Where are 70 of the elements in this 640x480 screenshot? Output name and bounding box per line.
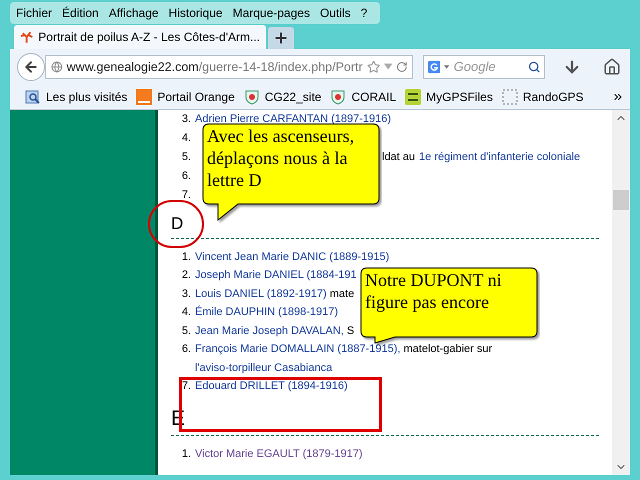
list-number: 7. <box>180 188 191 203</box>
menu-item[interactable]: Outils <box>320 4 351 22</box>
globe-icon <box>51 60 63 74</box>
menu-item[interactable]: Édition <box>62 4 99 22</box>
new-tab-button[interactable] <box>268 27 294 49</box>
scrollbar[interactable] <box>612 110 630 475</box>
menu-item[interactable]: Marque-pages <box>232 4 310 22</box>
ship-link[interactable]: l'aviso-torpilleur Casabianca <box>195 362 332 374</box>
search-input[interactable]: Google <box>454 57 524 77</box>
menu-item[interactable]: Fichier <box>16 4 52 22</box>
reload-icon[interactable] <box>396 60 408 74</box>
scroll-thumb[interactable] <box>613 190 629 210</box>
search-field[interactable]: Google <box>423 55 545 79</box>
google-g-icon <box>428 60 440 74</box>
list-number: 2. <box>180 268 191 283</box>
bookmark-item[interactable]: Les plus visités <box>46 88 128 106</box>
url-text: www.genealogie22.com/guerre-14-18/index.php/Portr <box>66 58 363 76</box>
list-number: 3. <box>180 286 191 302</box>
soldier-link[interactable]: Edouard DRILLET (1894-1916) <box>195 380 348 392</box>
menu-item[interactable]: Affichage <box>108 4 159 22</box>
soldier-link[interactable]: Jean Marie Joseph DAVALAN, <box>195 324 344 336</box>
list-number: 6. <box>180 168 191 184</box>
download-icon[interactable] <box>563 58 581 76</box>
more-bookmarks-icon[interactable] <box>612 91 624 103</box>
list-number: 4. <box>180 130 191 146</box>
blank-page-icon <box>502 89 518 105</box>
back-button[interactable] <box>17 53 45 81</box>
soldier-link[interactable]: Louis DANIEL (1892-1917) <box>195 288 327 300</box>
bookmark-item[interactable]: MyGPSFiles <box>426 88 493 106</box>
list-number: 6. <box>180 342 191 357</box>
bookmarks-folder-icon <box>25 89 41 105</box>
regiment-link[interactable]: 1e régiment d'infanterie coloniale <box>419 148 580 166</box>
entry-text: matelot-gabier sur <box>402 343 492 355</box>
list-number: 5. <box>180 324 191 338</box>
bookmark-item[interactable]: CG22_site <box>264 88 322 106</box>
entry-text: mate <box>328 288 354 300</box>
menu-item[interactable]: ? <box>360 4 368 22</box>
soldier-link[interactable]: Joseph Marie DANIEL (1884-191 <box>195 269 357 281</box>
list-number: 1. <box>180 446 191 462</box>
soldier-link[interactable]: Adrien Pierre CARFANTAN (1897-1916) <box>195 113 392 125</box>
bookmark-item[interactable]: CORAIL <box>351 88 396 106</box>
soldier-link[interactable]: Victor Marie EGAULT (1879-1917) <box>195 448 363 460</box>
coral-icon <box>20 30 34 44</box>
plus-icon <box>273 30 289 46</box>
browser-tab[interactable]: Portrait de poilus A-Z - Les Côtes-d'Arm... <box>14 25 266 49</box>
entry-text: ldat au <box>382 150 416 165</box>
menu-item[interactable]: Historique <box>168 4 223 22</box>
letter-heading: D <box>170 212 184 234</box>
tab-title: Portrait de poilus A-Z - Les Côtes-d'Arm... <box>38 29 260 46</box>
soldier-link[interactable]: Vincent Jean Marie DANIC (1889-1915) <box>195 250 390 262</box>
gps-badge-icon <box>405 89 422 105</box>
list-number: 1. <box>180 250 191 264</box>
bookmark-item[interactable]: RandoGPS <box>522 88 584 106</box>
list-number: 3. <box>180 112 191 127</box>
list-number: 4. <box>180 305 191 320</box>
brand-square-icon <box>136 89 152 105</box>
entry-text: S <box>346 324 354 336</box>
speech-bubble: Avec les ascenseurs, déplaçons nous à la lettre D <box>202 123 382 223</box>
list-number: 5. <box>180 150 191 165</box>
list-number: 7. <box>180 379 191 394</box>
caret-icon <box>444 65 450 69</box>
address-field[interactable]: www.genealogie22.com/guerre-14-18/index.php/Portr <box>45 55 413 79</box>
crest-icon <box>244 89 260 105</box>
search-icon <box>528 60 540 74</box>
soldier-link[interactable]: François Marie DOMALLAIN (1887-1915), <box>195 343 400 355</box>
bookmark-item[interactable]: Portail Orange <box>157 88 235 106</box>
soldier-link[interactable]: Émile DAUPHIN (1898-1917) <box>195 306 338 318</box>
crest-icon <box>330 89 346 105</box>
star-icon[interactable] <box>366 59 380 75</box>
home-icon[interactable] <box>603 58 621 76</box>
